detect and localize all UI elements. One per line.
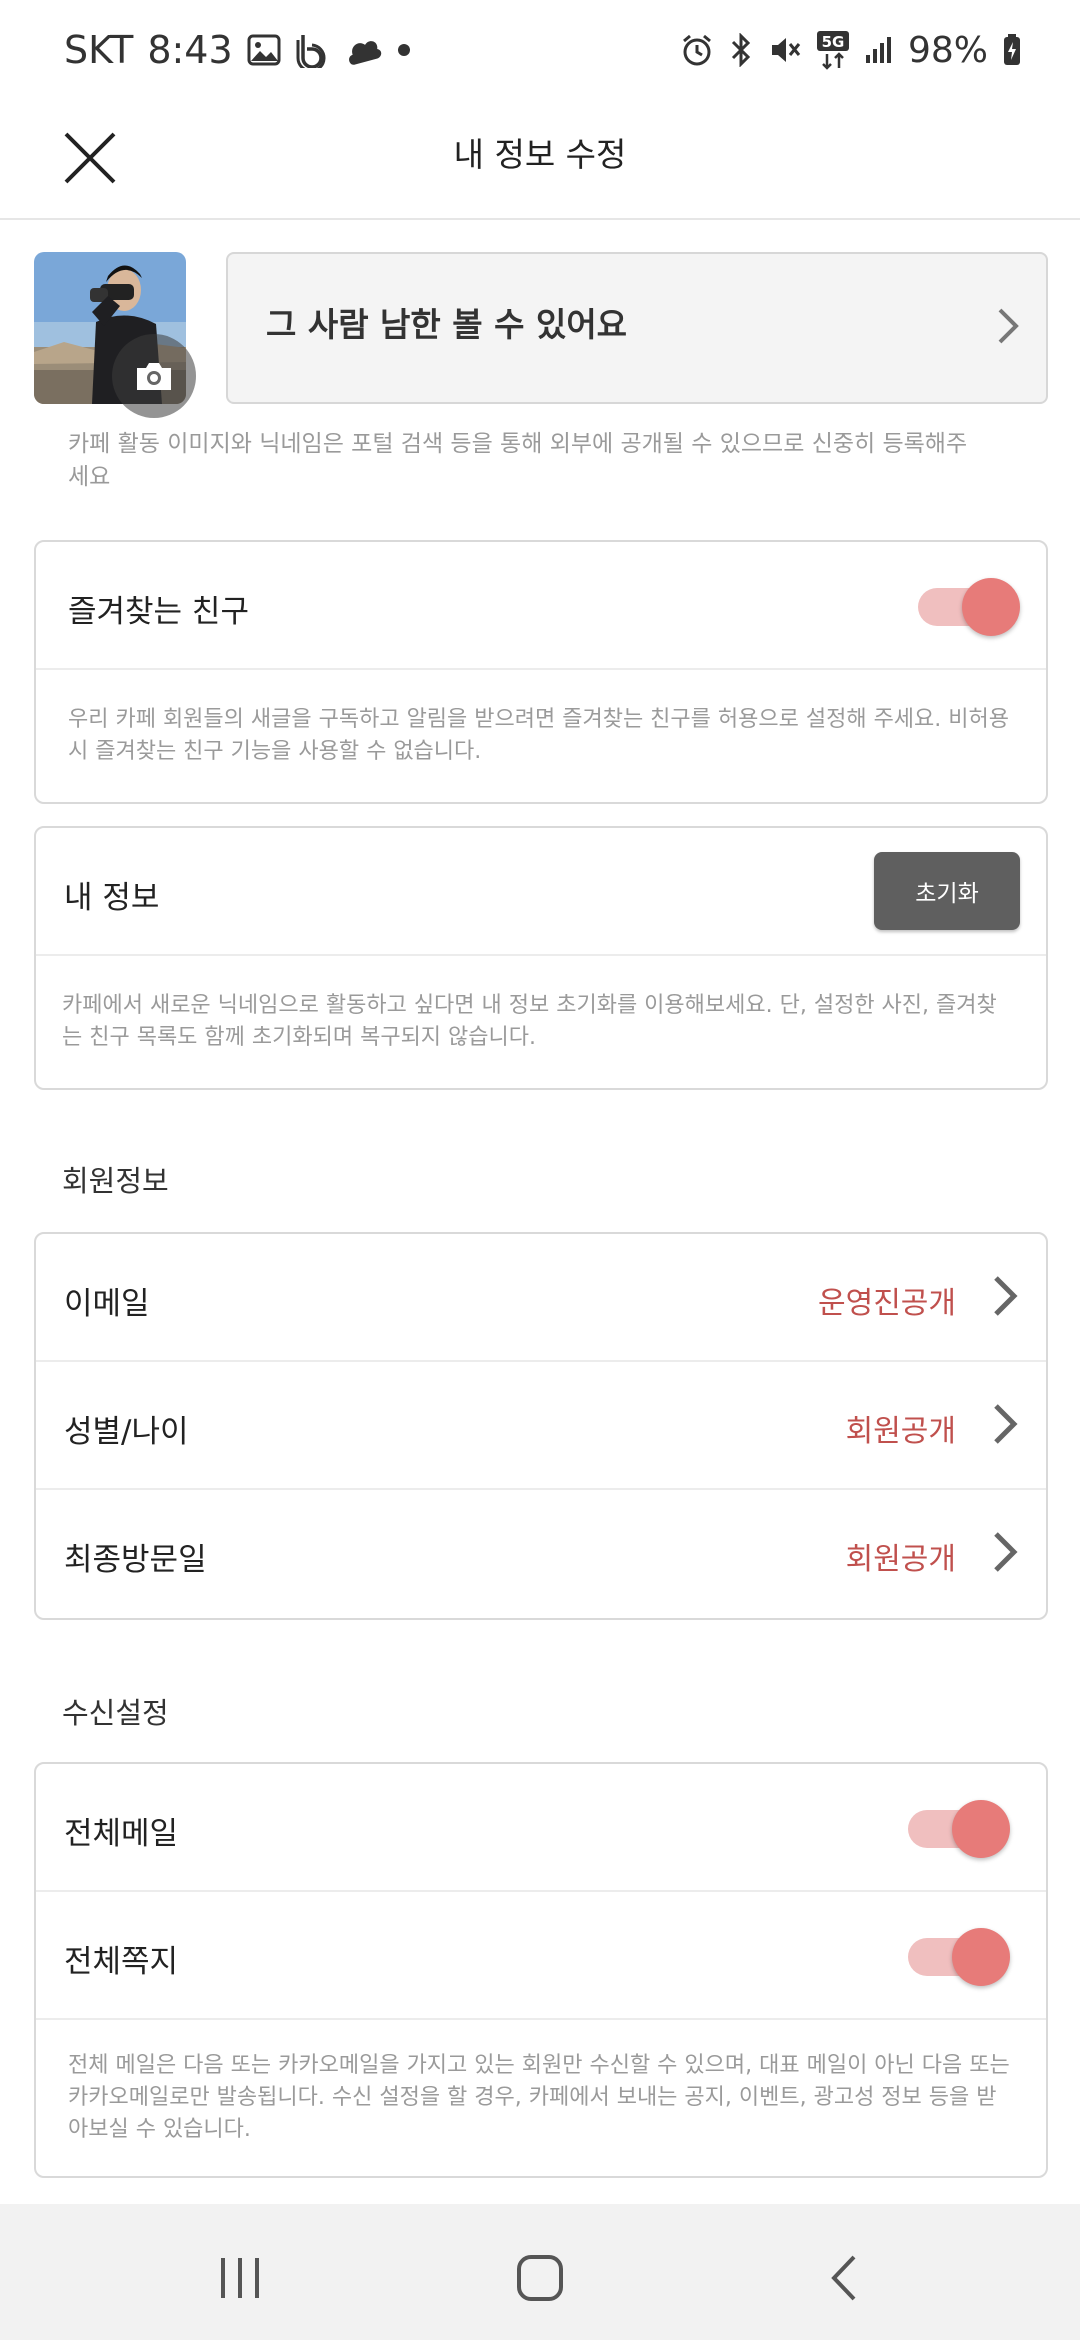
nickname-field[interactable]: 그 사람 남한 볼 수 있어요: [226, 252, 1048, 404]
nickname-text: 그 사람 남한 볼 수 있어요: [266, 305, 628, 344]
member-info-row-email[interactable]: 이메일 운영진공개: [36, 1234, 1046, 1362]
5g-label: 5G: [822, 33, 845, 51]
back-button[interactable]: [804, 2238, 884, 2318]
member-info-row-gender-age[interactable]: 성별/나이 회원공개: [36, 1362, 1046, 1490]
status-bar: SKT 8:43 5G 98%: [0, 0, 1080, 100]
mute-icon: [768, 33, 802, 67]
gender-age-label: 성별/나이: [64, 1414, 189, 1450]
camera-icon[interactable]: [112, 334, 196, 418]
app-header: 내 정보 수정: [0, 100, 1080, 220]
email-privacy-value: 운영진공개: [818, 1286, 956, 1321]
b-app-icon: [295, 32, 329, 68]
last-visit-label: 최종방문일: [64, 1542, 207, 1578]
my-info-note: 카페에서 새로운 닉네임으로 활동하고 싶다면 내 정보 초기화를 이용해보세요…: [62, 993, 997, 1050]
all-message-toggle[interactable]: [908, 1928, 1010, 1986]
email-label: 이메일: [64, 1286, 150, 1322]
status-right: 5G 98%: [680, 22, 1022, 78]
all-mail-toggle[interactable]: [908, 1800, 1010, 1858]
my-info-label: 내 정보: [64, 880, 160, 916]
receive-settings-note: 전체 메일은 다음 또는 카카오메일을 가지고 있는 회원만 수신할 수 있으며…: [68, 2053, 1010, 2142]
chevron-right-icon: [992, 1530, 1018, 1578]
carrier-label: SKT: [64, 28, 134, 72]
favorite-friend-row: 즐겨찾는 친구: [36, 542, 1046, 670]
gallery-icon: [247, 33, 281, 67]
chevron-right-icon: [996, 306, 1020, 350]
page-title: 내 정보 수정: [453, 135, 627, 174]
member-info-title: 회원정보: [62, 1164, 169, 1198]
dot-icon: [397, 43, 411, 57]
favorite-friend-note: 우리 카페 회원들의 새글을 구독하고 알림을 받으려면 즐겨찾는 친구를 허용…: [68, 707, 1009, 764]
clock: 8:43: [147, 28, 233, 72]
chevron-right-icon: [992, 1402, 1018, 1450]
battery-icon: [1002, 33, 1022, 67]
bluetooth-icon: [728, 33, 754, 67]
gender-age-privacy-value: 회원공개: [845, 1414, 956, 1449]
cloud-icon: [343, 33, 383, 67]
last-visit-privacy-value: 회원공개: [845, 1542, 956, 1577]
signal-icon: [864, 35, 894, 65]
home-button[interactable]: [500, 2238, 580, 2318]
favorite-friend-toggle[interactable]: [918, 578, 1020, 636]
alarm-icon: [680, 33, 714, 67]
my-info-card: 내 정보 초기화 카페에서 새로운 닉네임으로 활동하고 싶다면 내 정보 초기…: [34, 826, 1048, 1090]
home-icon: [517, 2255, 563, 2301]
recent-apps-icon: [221, 2258, 259, 2298]
system-nav-bar: [0, 2204, 1080, 2340]
reset-button[interactable]: 초기화: [874, 852, 1020, 930]
all-message-label: 전체쪽지: [64, 1944, 179, 1980]
battery-percent: 98%: [907, 29, 988, 71]
status-left: SKT 8:43: [64, 22, 411, 78]
favorite-friend-label: 즐겨찾는 친구: [68, 594, 249, 630]
receive-settings-card: 전체메일 전체쪽지 전체 메일은 다음 또는 카카오메일을 가지고 있는 회원만…: [34, 1762, 1048, 2178]
member-info-card: 이메일 운영진공개 성별/나이 회원공개 최종방문일 회원공개: [34, 1232, 1048, 1620]
5g-icon: 5G: [816, 30, 850, 70]
my-info-row: 내 정보 초기화: [36, 828, 1046, 956]
favorite-friend-card: 즐겨찾는 친구 우리 카페 회원들의 새글을 구독하고 알림을 받으려면 즐겨찾…: [34, 540, 1048, 804]
all-mail-label: 전체메일: [64, 1816, 179, 1852]
receive-settings-title: 수신설정: [62, 1696, 169, 1730]
back-icon: [831, 2255, 856, 2301]
recent-apps-button[interactable]: [200, 2238, 280, 2318]
chevron-right-icon: [992, 1274, 1018, 1322]
member-info-row-last-visit[interactable]: 최종방문일 회원공개: [36, 1490, 1046, 1618]
receive-row-message: 전체쪽지: [36, 1892, 1046, 2020]
receive-row-mail: 전체메일: [36, 1764, 1046, 1892]
profile-notice: 카페 활동 이미지와 닉네임은 포털 검색 등을 통해 외부에 공개될 수 있으…: [68, 431, 968, 490]
